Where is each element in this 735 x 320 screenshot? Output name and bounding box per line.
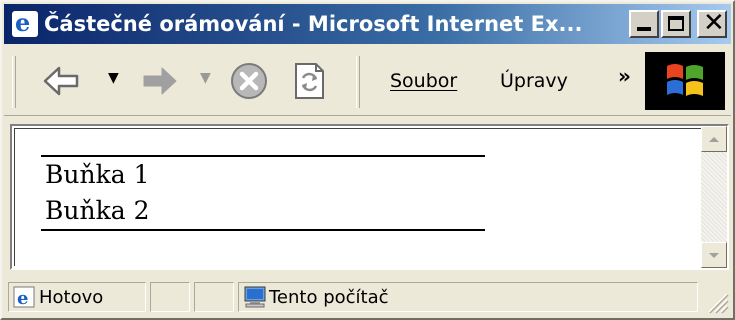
menu-file[interactable]: Soubor [390,70,457,92]
close-button[interactable]: ✕ [697,8,727,38]
back-arrow-icon [43,66,79,96]
toolbar: ▼ ▼ Soubor Úpravy » [4,46,731,116]
close-icon: ✕ [703,8,725,38]
my-computer-icon [243,286,266,308]
scroll-up-button[interactable] [701,126,727,152]
vertical-scrollbar[interactable] [701,126,727,268]
forward-dropdown[interactable]: ▼ [200,70,211,86]
status-panel-main: e Hotovo [8,282,146,312]
svg-text:e: e [17,288,28,308]
bordered-table: Buňka 1 Buňka 2 [41,155,485,231]
scroll-up-icon [709,136,719,142]
status-text: Hotovo [39,286,104,308]
toolbar-more-button[interactable]: » [618,64,631,88]
menu-edit[interactable]: Úpravy [500,70,568,92]
table-cell: Buňka 2 [45,196,150,225]
browser-window: e Částečné orámování - Microsoft Interne… [0,0,735,320]
refresh-button[interactable] [286,58,332,104]
refresh-icon [295,63,324,99]
stop-icon [231,63,267,99]
toolbar-grip-2[interactable] [356,56,360,108]
toolbar-grip[interactable] [12,56,16,108]
status-panel-progress [150,282,190,312]
menu-edit-label: Úpravy [500,70,568,92]
status-panel-security [194,282,234,312]
status-bar: e Hotovo Tento počítač [4,276,731,316]
back-button[interactable] [30,58,92,104]
scroll-down-icon [709,252,719,258]
window-title: Částečné orámování - Microsoft Internet … [44,12,583,36]
maximize-button[interactable] [661,10,691,38]
forward-button[interactable] [130,58,190,104]
table-cell: Buňka 1 [45,160,150,189]
maximize-icon [668,16,684,31]
resize-grip[interactable] [703,288,729,314]
page-content: Buňka 1 Buňka 2 [14,128,702,266]
ie-page-icon: e [13,286,35,309]
windows-logo-throbber [645,52,725,110]
menu-file-label: Soubor [390,70,458,92]
ie-logo-icon: e [12,9,38,37]
windows-flag-icon [667,64,703,96]
page-viewport: Buňka 1 Buňka 2 [10,124,729,270]
back-dropdown[interactable]: ▼ [108,70,119,86]
title-buttons: ✕ [629,8,727,38]
scroll-down-button[interactable] [701,242,727,268]
title-bar[interactable]: e Částečné orámování - Microsoft Interne… [4,4,731,44]
stop-button[interactable] [224,58,274,104]
minimize-icon [637,27,651,31]
minimize-button[interactable] [629,10,659,38]
status-panel-zone: Tento počítač [238,282,698,312]
forward-arrow-icon [143,67,177,95]
security-zone-label: Tento počítač [269,286,389,308]
